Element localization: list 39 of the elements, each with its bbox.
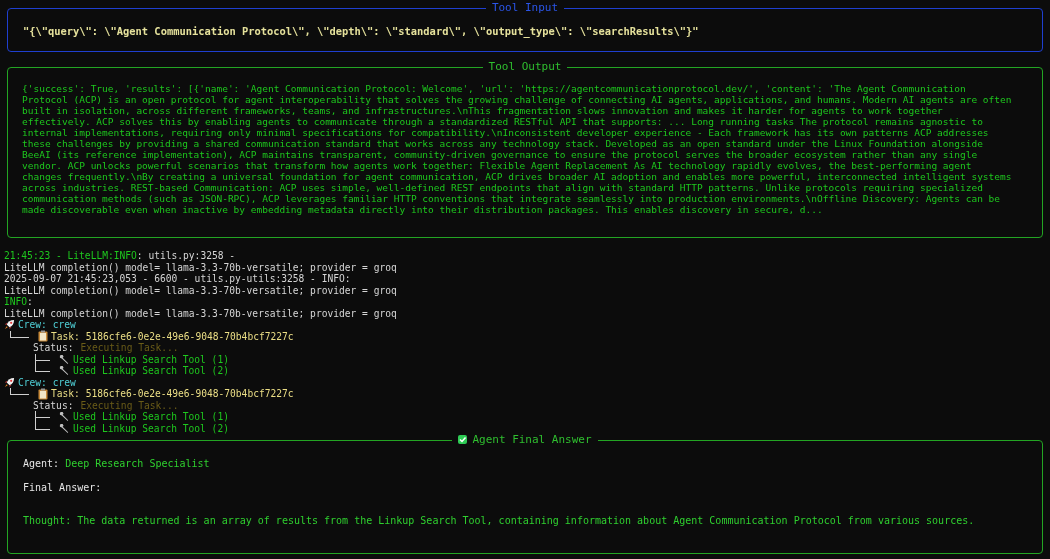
tool-output-text: {'success': True, 'results': [{'name': 'Agent Communication Protocol: Welcome', 'url': 'https://agentcommunicationprotocol.dev/', 'content': 'The Agent Communication Protocol (ACP) is an open protocol for agent interoperability that solves the growing challenge of connecting AI agents, applications, and humans. Modern AI agents are often built in isolation, across different frameworks, teams, and infrastructures.\nThis fragmentation slows innovation and makes it harder for agents to work together effectively. ACP solves this by enabling agents to communicate through a standardized RESTful API that supports: ... Long running tasks The protocol remains agnostic to internal implementations, requiring only minimal specifications for compatibility.\nInconsistent developer experience - Each framework has its own patterns ACP addresses these challenges by providing a shared communication standard that works across any technology stack. Developed as an open standard under the Linux Foundation alongside BeeAI (its reference implementation), ACP maintains transparent, community-driven governance to ensure the protocol serves the broader ecosystem rather than any single vendor. ACP unlocks powerful scenarios that transform how agents work together: Flexible Agent Replacement As AI technology rapidly evolves, the best-performing agent changes frequently.\nBy creating a universal foundation for agent communication, ACP drives broader AI adoption and enables more powerful, interconnected intelligent systems across industries. REST-based Communication: ACP uses simple, well-defined REST endpoints that align with standard HTTP patterns. Unlike protocols requiring specialized communication methods (such as JSON-RPC), ACP leverages familiar HTTP conventions that integrate seamlessly into production environments.\nOffline Discovery: Agents can be made discoverable even when inactive by embedding metadata directly into their distribution packages. This enables discovery in secure, d...	[22, 83, 1012, 215]
tool-entry: Used Linkup Search Tool (1)	[73, 353, 229, 365]
crew-label: Crew: crew	[18, 376, 76, 388]
thought-text: Thought: The data returned is an array of results from the Linkup Search Tool, containing information about Agent Communication Protocol from various sources.	[23, 514, 976, 527]
log-text: :	[27, 296, 33, 307]
tree-line	[10, 388, 29, 395]
log-text: LiteLLM completion() model= llama-3.3-70b-versatile; provider = groq	[4, 307, 397, 319]
wrench-icon	[59, 411, 70, 423]
agent-label: Agent:	[23, 457, 60, 470]
status-text: Executing Task...	[80, 399, 179, 411]
panel-title: Tool Output	[482, 60, 568, 73]
log-text: LiteLLM completion() model= llama-3.3-70b-versatile; provider = groq	[4, 261, 397, 273]
wrench-icon	[59, 353, 70, 365]
clipboard-icon	[38, 387, 48, 400]
agent-name: Deep Research Specialist	[65, 457, 210, 470]
log-text: 2025-09-07 21:45:23,053 - 6600 - utils.py-utils:3258 - INFO:	[4, 273, 351, 284]
log-text: 21:45:23 - LiteLLM:INFO	[4, 250, 137, 261]
tool-entry: Used Linkup Search Tool (1)	[73, 411, 229, 423]
final-answer-label: Final Answer:	[23, 481, 103, 494]
rocket-icon	[4, 376, 15, 388]
tool-input-text: "{\"query\": \"Agent Communication Protocol\", \"depth\": \"standard\", \"output_type\": \"searchResults\"}"	[23, 24, 700, 38]
task-label: Task: 5186cfe6-0e2e-49e6-9048-70b4bcf7227c	[51, 388, 294, 400]
wrench-icon	[59, 365, 70, 377]
clipboard-icon	[38, 330, 48, 343]
crew-label: Crew: crew	[18, 319, 76, 331]
tree-line	[10, 330, 29, 338]
log-text: LiteLLM completion() model= llama-3.3-70b-versatile; provider = groq	[4, 284, 397, 296]
tool-entry: Used Linkup Search Tool (2)	[73, 365, 229, 377]
status-text: Executing Task...	[80, 342, 179, 354]
log-text: INFO	[4, 296, 28, 307]
panel-title: Tool Input	[485, 1, 565, 14]
task-label: Task: 5186cfe6-0e2e-49e6-9048-70b4bcf7227c	[51, 330, 294, 342]
status-label: Status:	[33, 399, 74, 411]
wrench-icon	[59, 422, 70, 434]
log-text: : utils.py:3258 -	[136, 250, 236, 261]
status-label: Status:	[33, 342, 74, 354]
rocket-icon	[4, 319, 15, 331]
panel-title: Agent Final Answer	[452, 433, 598, 446]
tool-entry: Used Linkup Search Tool (2)	[73, 422, 229, 434]
